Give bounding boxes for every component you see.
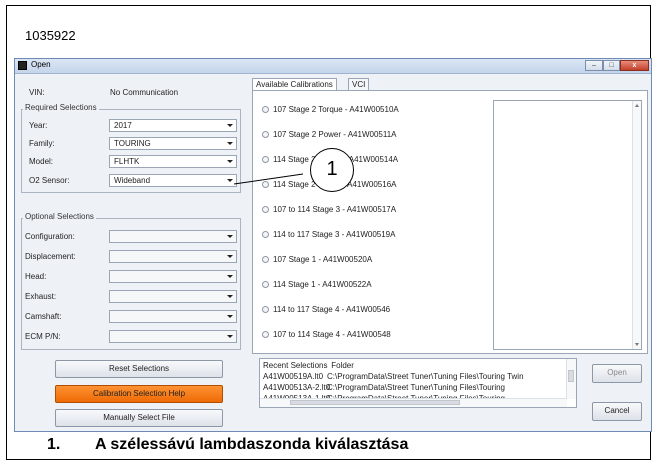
figure-caption: 1. A szélessávú lambdaszonda kiválasztása: [47, 436, 408, 454]
figure-frame: 1035922 Open – □ x VIN: No Communication…: [6, 5, 652, 460]
caption-number: 1.: [47, 436, 61, 453]
callout-marker: 1: [310, 148, 354, 192]
caption-text: A szélessávú lambdaszonda kiválasztása: [95, 436, 409, 453]
callout-leader-line: [233, 173, 304, 185]
